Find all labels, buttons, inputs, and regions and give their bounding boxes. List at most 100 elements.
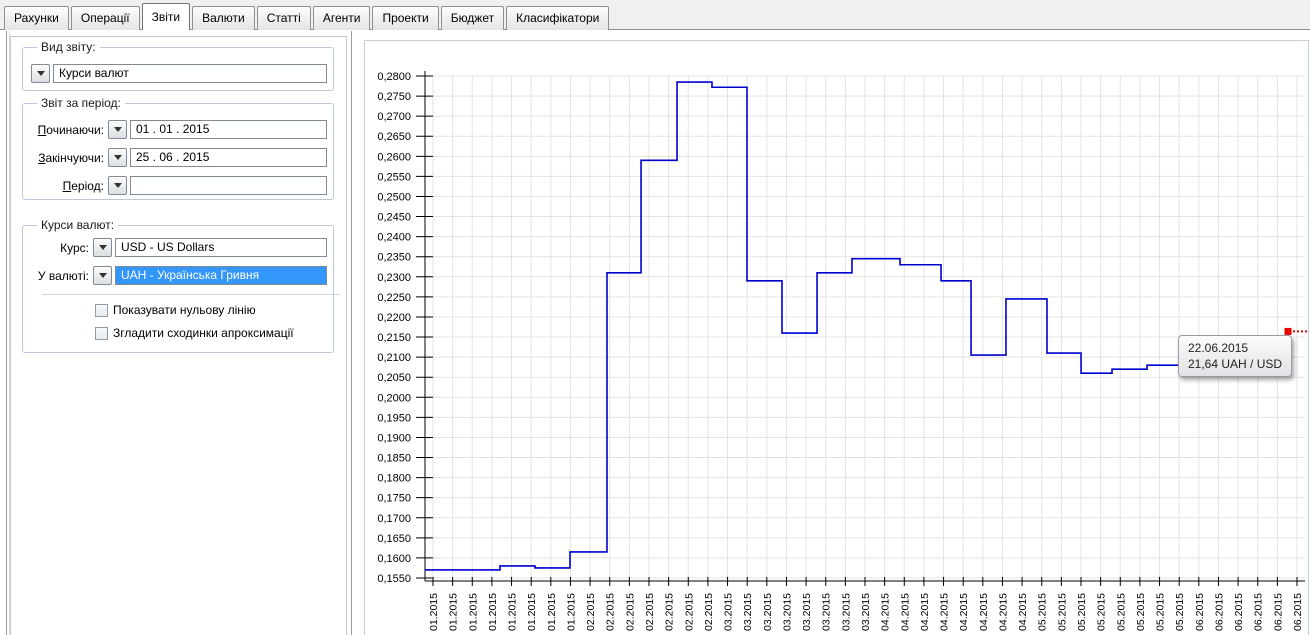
svg-text:0,2100: 0,2100 bbox=[377, 352, 411, 364]
svg-text:0,2500: 0,2500 bbox=[377, 191, 411, 203]
end-date-label: Закінчуючи: bbox=[31, 151, 108, 165]
currency-rates-legend: Курси валют: bbox=[37, 218, 118, 232]
svg-text:03.2015: 03.2015 bbox=[762, 593, 774, 631]
svg-text:01.2015: 01.2015 bbox=[448, 593, 460, 631]
in-currency-label: У валюті: bbox=[31, 269, 93, 283]
chevron-down-icon bbox=[99, 273, 107, 278]
svg-text:06.2015: 06.2015 bbox=[1272, 593, 1284, 631]
svg-text:01.2015: 01.2015 bbox=[507, 593, 519, 631]
rate-currency-field[interactable]: USD - US Dollars bbox=[115, 238, 327, 257]
svg-text:04.2015: 04.2015 bbox=[958, 593, 970, 631]
end-date-combo-button[interactable] bbox=[108, 148, 127, 167]
svg-text:05.2015: 05.2015 bbox=[1096, 593, 1108, 631]
show-zero-line-label: Показувати нульову лінію bbox=[113, 303, 256, 317]
tab-articles[interactable]: Статті bbox=[257, 6, 311, 30]
left-splitter[interactable] bbox=[6, 31, 7, 635]
svg-text:0,1650: 0,1650 bbox=[377, 533, 411, 545]
show-zero-line-checkbox[interactable] bbox=[95, 304, 108, 317]
svg-text:02.2015: 02.2015 bbox=[644, 593, 656, 631]
svg-text:0,2200: 0,2200 bbox=[377, 312, 411, 324]
tab-bar: Рахунки Операції Звіти Валюти Статті Аге… bbox=[0, 0, 1310, 30]
svg-text:04.2015: 04.2015 bbox=[1017, 593, 1029, 631]
svg-text:0,1900: 0,1900 bbox=[377, 432, 411, 444]
svg-text:05.2015: 05.2015 bbox=[1115, 593, 1127, 631]
tab-projects[interactable]: Проекти bbox=[372, 6, 438, 30]
svg-text:0,2250: 0,2250 bbox=[377, 292, 411, 304]
svg-text:0,1600: 0,1600 bbox=[377, 553, 411, 565]
chevron-down-icon bbox=[99, 245, 107, 250]
svg-text:05.2015: 05.2015 bbox=[1155, 593, 1167, 631]
report-type-combo-value[interactable]: Курси валют bbox=[53, 64, 327, 83]
rate-chart[interactable]: 0,28000,27500,27000,26500,26000,25500,25… bbox=[352, 35, 1310, 635]
period-label: Період: bbox=[31, 179, 108, 193]
svg-text:06.2015: 06.2015 bbox=[1253, 593, 1265, 631]
report-options-panel: Вид звіту: Курси валют Звіт за період: П… bbox=[10, 36, 347, 635]
svg-text:03.2015: 03.2015 bbox=[723, 593, 735, 631]
svg-text:06.2015: 06.2015 bbox=[1292, 593, 1304, 631]
start-date-combo-button[interactable] bbox=[108, 120, 127, 139]
svg-text:0,2700: 0,2700 bbox=[377, 111, 411, 123]
in-currency-field[interactable]: UAH - Українська Гривня bbox=[115, 266, 327, 285]
svg-text:0,2750: 0,2750 bbox=[377, 91, 411, 103]
svg-text:01.2015: 01.2015 bbox=[428, 593, 440, 631]
svg-text:0,2000: 0,2000 bbox=[377, 392, 411, 404]
svg-text:01.2015: 01.2015 bbox=[546, 593, 558, 631]
svg-text:0,1950: 0,1950 bbox=[377, 412, 411, 424]
period-group: Звіт за період: Починаючи: 01 . 01 . 201… bbox=[22, 103, 334, 200]
chevron-down-icon bbox=[114, 183, 122, 188]
tab-reports[interactable]: Звіти bbox=[142, 3, 191, 30]
svg-text:01.2015: 01.2015 bbox=[526, 593, 538, 631]
svg-text:0,2550: 0,2550 bbox=[377, 171, 411, 183]
in-currency-combo-button[interactable] bbox=[93, 266, 112, 285]
svg-text:05.2015: 05.2015 bbox=[1056, 593, 1068, 631]
tab-budget[interactable]: Бюджет bbox=[441, 6, 504, 30]
tab-classifiers[interactable]: Класифікатори bbox=[506, 6, 609, 30]
chevron-down-icon bbox=[37, 71, 45, 76]
svg-text:02.2015: 02.2015 bbox=[664, 593, 676, 631]
smooth-steps-label: Згладити сходинки апроксимації bbox=[113, 326, 294, 340]
svg-text:02.2015: 02.2015 bbox=[585, 593, 597, 631]
svg-text:0,1750: 0,1750 bbox=[377, 493, 411, 505]
svg-text:02.2015: 02.2015 bbox=[624, 593, 636, 631]
period-field[interactable] bbox=[130, 176, 327, 195]
tabs: Рахунки Операції Звіти Валюти Статті Аге… bbox=[4, 3, 611, 30]
rate-currency-combo-button[interactable] bbox=[93, 238, 112, 257]
svg-text:0,2350: 0,2350 bbox=[377, 252, 411, 264]
tab-agents[interactable]: Агенти bbox=[313, 6, 371, 30]
start-date-label: Починаючи: bbox=[31, 123, 108, 137]
report-type-group: Вид звіту: Курси валют bbox=[22, 47, 334, 91]
svg-text:01.2015: 01.2015 bbox=[487, 593, 499, 631]
svg-text:0,2400: 0,2400 bbox=[377, 232, 411, 244]
rate-currency-label: Курс: bbox=[31, 241, 93, 255]
report-type-combo-button[interactable] bbox=[31, 64, 50, 83]
svg-text:03.2015: 03.2015 bbox=[840, 593, 852, 631]
svg-text:04.2015: 04.2015 bbox=[919, 593, 931, 631]
tooltip-date: 22.06.2015 bbox=[1188, 340, 1282, 356]
svg-text:05.2015: 05.2015 bbox=[1076, 593, 1088, 631]
svg-text:0,2450: 0,2450 bbox=[377, 212, 411, 224]
group-separator bbox=[42, 294, 340, 295]
start-date-field[interactable]: 01 . 01 . 2015 bbox=[130, 120, 327, 139]
smooth-steps-checkbox[interactable] bbox=[95, 327, 108, 340]
svg-text:03.2015: 03.2015 bbox=[781, 593, 793, 631]
currency-rates-group: Курси валют: Курс: USD - US Dollars У ва… bbox=[22, 225, 334, 353]
svg-text:02.2015: 02.2015 bbox=[683, 593, 695, 631]
svg-text:04.2015: 04.2015 bbox=[939, 593, 951, 631]
svg-text:03.2015: 03.2015 bbox=[742, 593, 754, 631]
svg-text:05.2015: 05.2015 bbox=[1174, 593, 1186, 631]
svg-text:01.2015: 01.2015 bbox=[467, 593, 479, 631]
svg-text:0,2300: 0,2300 bbox=[377, 272, 411, 284]
svg-text:05.2015: 05.2015 bbox=[1135, 593, 1147, 631]
tab-currencies[interactable]: Валюти bbox=[192, 6, 255, 30]
svg-text:06.2015: 06.2015 bbox=[1194, 593, 1206, 631]
svg-text:02.2015: 02.2015 bbox=[703, 593, 715, 631]
tab-accounts[interactable]: Рахунки bbox=[4, 6, 69, 30]
svg-text:02.2015: 02.2015 bbox=[605, 593, 617, 631]
tab-operations[interactable]: Операції bbox=[71, 6, 140, 30]
end-date-field[interactable]: 25 . 06 . 2015 bbox=[130, 148, 327, 167]
svg-text:03.2015: 03.2015 bbox=[801, 593, 813, 631]
svg-text:01.2015: 01.2015 bbox=[565, 593, 577, 631]
svg-text:06.2015: 06.2015 bbox=[1233, 593, 1245, 631]
svg-text:03.2015: 03.2015 bbox=[860, 593, 872, 631]
period-combo-button[interactable] bbox=[108, 176, 127, 195]
